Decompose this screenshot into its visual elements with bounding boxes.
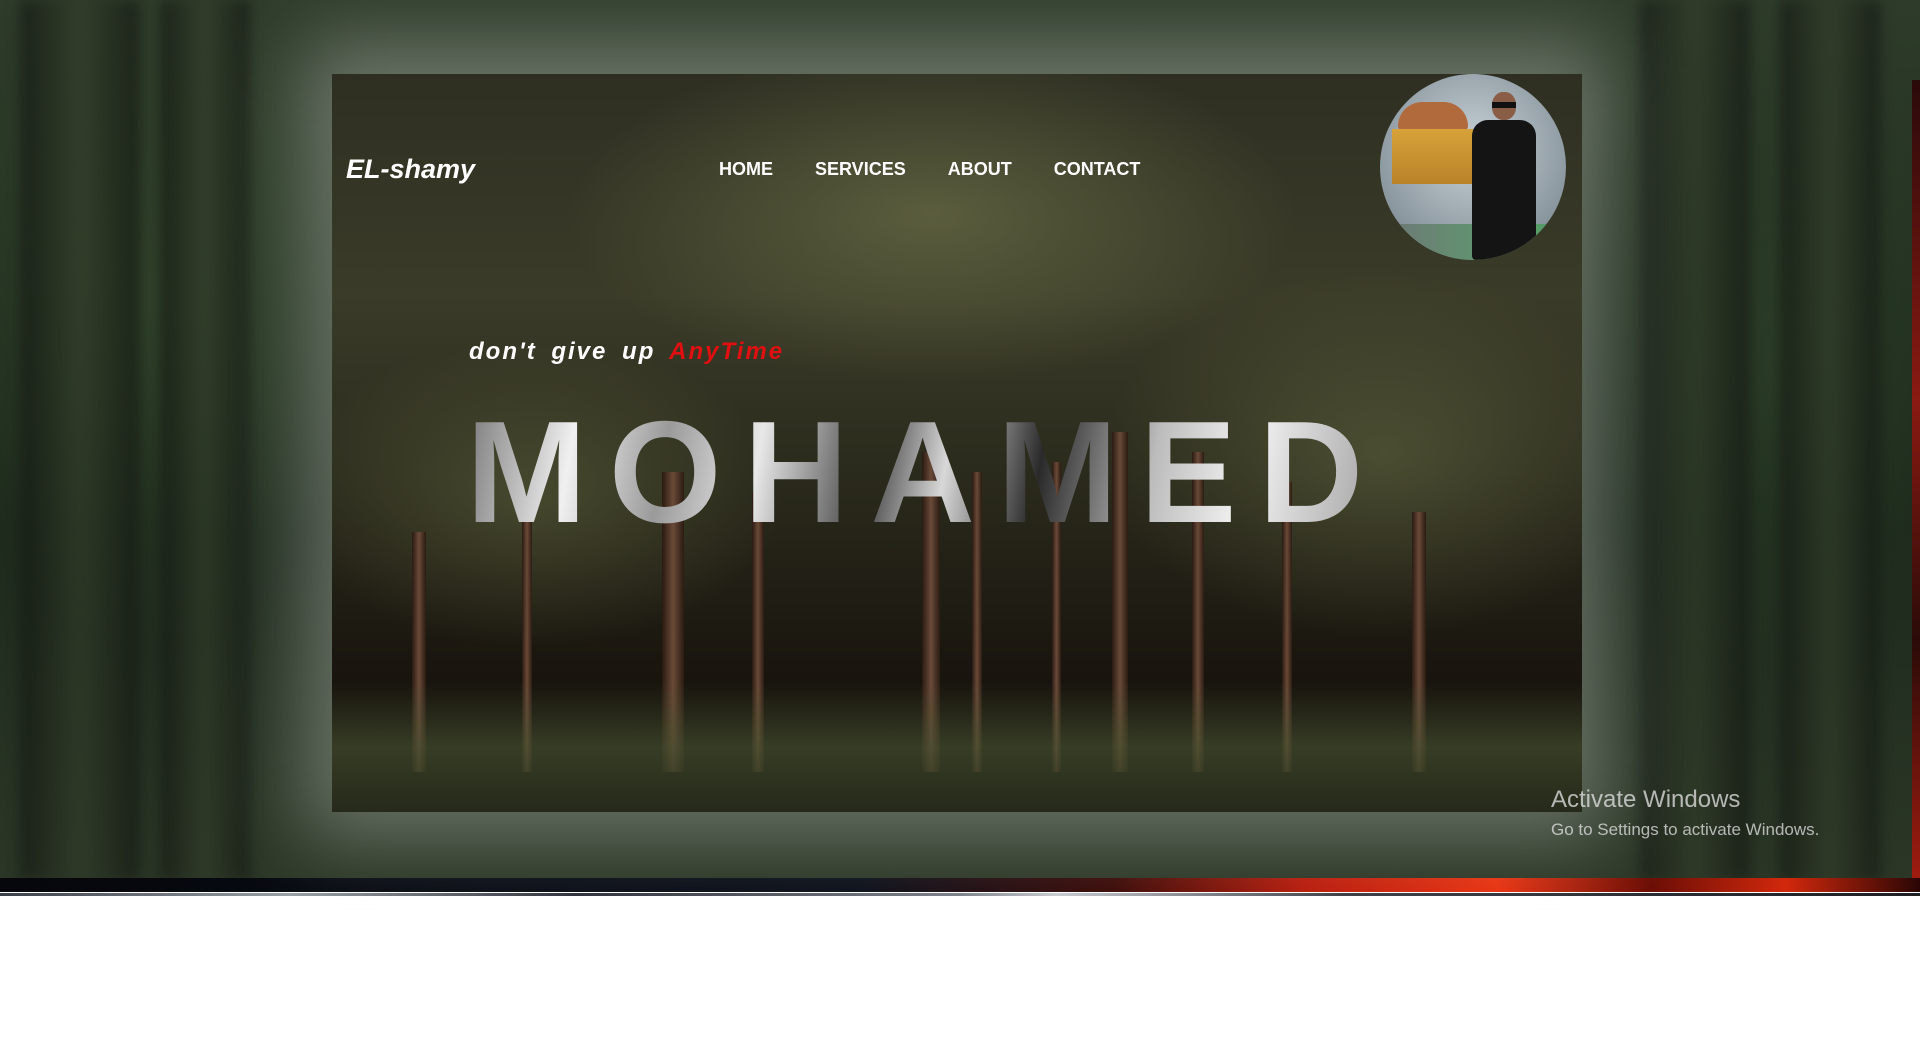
- site-logo[interactable]: EL-shamy: [346, 154, 475, 185]
- activation-subtitle: Go to Settings to activate Windows.: [1551, 820, 1820, 839]
- activation-title: Activate Windows: [1551, 786, 1741, 813]
- hero-card: EL-shamy HOME SERVICES ABOUT CONTACT don…: [332, 74, 1582, 812]
- background-tree-trunk: [1640, 0, 1750, 880]
- nav-home[interactable]: HOME: [719, 159, 773, 180]
- main-nav: HOME SERVICES ABOUT CONTACT: [719, 159, 1140, 180]
- nav-about[interactable]: ABOUT: [948, 159, 1012, 180]
- profile-avatar[interactable]: [1380, 74, 1566, 260]
- background-tree-trunk: [1780, 0, 1880, 880]
- avatar-photo-detail: [1392, 129, 1474, 184]
- tagline-highlight: AnyTime: [669, 338, 785, 365]
- bottom-divider-line: [0, 893, 1920, 896]
- hero-tagline: don't give up AnyTime: [469, 338, 784, 366]
- avatar-person: [1492, 102, 1516, 108]
- avatar-photo-detail: [1398, 102, 1468, 130]
- nav-contact[interactable]: CONTACT: [1054, 159, 1141, 180]
- background-tree-trunk: [20, 0, 140, 880]
- windows-activation-watermark: Activate Windows Go to Settings to activ…: [1551, 786, 1819, 840]
- background-edge-strip: [1912, 80, 1920, 880]
- background-tree-trunk: [160, 0, 250, 880]
- nav-services[interactable]: SERVICES: [815, 159, 906, 180]
- tagline-text: don't give up: [469, 338, 656, 365]
- hero-name: MOHAMED: [466, 391, 1386, 553]
- bottom-banner-strip: [0, 878, 1920, 892]
- avatar-person: [1472, 120, 1536, 260]
- forest-undergrowth: [332, 682, 1582, 812]
